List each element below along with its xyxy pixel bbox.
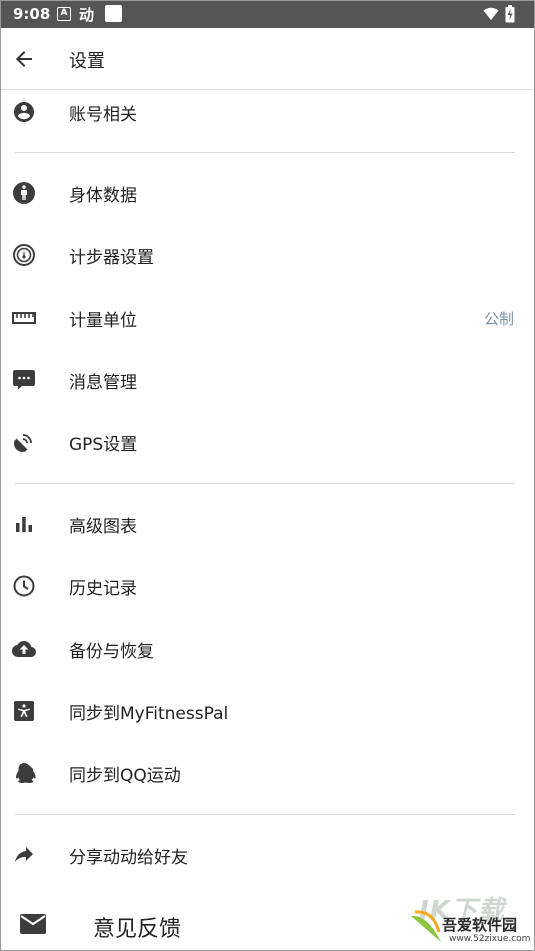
settings-item-pedometer[interactable]: 计步器设置 bbox=[1, 224, 534, 286]
settings-item-label: 备份与恢复 bbox=[69, 642, 154, 662]
section-divider bbox=[15, 814, 515, 815]
body-person-icon bbox=[13, 182, 35, 204]
clock-icon bbox=[13, 575, 35, 597]
watermark-url: www.52zixue.com bbox=[449, 934, 531, 944]
myfitnesspal-icon bbox=[14, 701, 34, 721]
page-title: 设置 bbox=[69, 51, 105, 72]
feedback-label: 意见反馈 bbox=[93, 917, 182, 942]
settings-item-label: 计量单位 bbox=[69, 311, 137, 331]
gauge-icon bbox=[13, 244, 35, 266]
qq-penguin-icon bbox=[16, 763, 36, 783]
account-circle-icon bbox=[14, 102, 34, 122]
arrow-left-icon[interactable] bbox=[12, 47, 36, 71]
settings-item-backup[interactable]: 备份与恢复 bbox=[1, 618, 534, 680]
watermark: IK下载 吾爱软件园 www.52zixue.com bbox=[405, 894, 533, 950]
settings-item-label: 同步到QQ运动 bbox=[69, 766, 181, 786]
settings-item-account[interactable]: 账号相关 bbox=[1, 81, 534, 143]
settings-item-share[interactable]: 分享动动给好友 bbox=[1, 824, 534, 886]
section-divider bbox=[15, 152, 515, 153]
settings-item-charts[interactable]: 高级图表 bbox=[1, 493, 534, 555]
wifi-icon bbox=[483, 7, 499, 20]
settings-item-label: 身体数据 bbox=[69, 186, 137, 206]
share-arrow-icon bbox=[15, 847, 33, 862]
settings-item-label: 高级图表 bbox=[69, 517, 137, 537]
settings-item-qq-sport[interactable]: 同步到QQ运动 bbox=[1, 742, 534, 804]
cloud-upload-icon bbox=[12, 641, 36, 657]
battery-icon bbox=[505, 5, 515, 23]
notification-square-icon bbox=[105, 5, 122, 22]
watermark-logo-icon bbox=[411, 910, 441, 942]
settings-item-label: 账号相关 bbox=[69, 105, 137, 125]
settings-item-history[interactable]: 历史记录 bbox=[1, 555, 534, 617]
settings-item-units[interactable]: 计量单位 公制 bbox=[1, 287, 534, 349]
settings-item-label: GPS设置 bbox=[69, 435, 138, 455]
notification-app-icon: 动 bbox=[79, 6, 95, 24]
watermark-brand: 吾爱软件园 bbox=[442, 916, 518, 934]
settings-item-label: 消息管理 bbox=[69, 373, 137, 393]
settings-item-gps[interactable]: GPS设置 bbox=[1, 411, 534, 473]
notification-a-icon: A bbox=[57, 7, 71, 21]
settings-item-label: 历史记录 bbox=[69, 579, 137, 599]
settings-item-label: 计步器设置 bbox=[69, 248, 154, 268]
settings-item-body-data[interactable]: 身体数据 bbox=[1, 162, 534, 224]
settings-item-label: 分享动动给好友 bbox=[69, 848, 188, 868]
satellite-icon bbox=[14, 434, 32, 452]
screen: 9:08 A 动 设置 账号相关 身体数据 计步器设置 计量单位 公制 消息管理… bbox=[0, 0, 535, 951]
status-bar: 9:08 A 动 bbox=[1, 1, 534, 28]
settings-item-messages[interactable]: 消息管理 bbox=[1, 349, 534, 411]
ruler-icon bbox=[12, 312, 36, 324]
envelope-icon bbox=[20, 914, 46, 934]
status-time: 9:08 bbox=[13, 5, 51, 23]
message-icon bbox=[13, 370, 35, 390]
section-divider bbox=[15, 483, 515, 484]
units-value: 公制 bbox=[483, 310, 514, 328]
settings-item-label: 同步到MyFitnessPal bbox=[69, 704, 229, 724]
settings-item-myfitnesspal[interactable]: 同步到MyFitnessPal bbox=[1, 680, 534, 742]
bar-chart-icon bbox=[16, 517, 32, 532]
